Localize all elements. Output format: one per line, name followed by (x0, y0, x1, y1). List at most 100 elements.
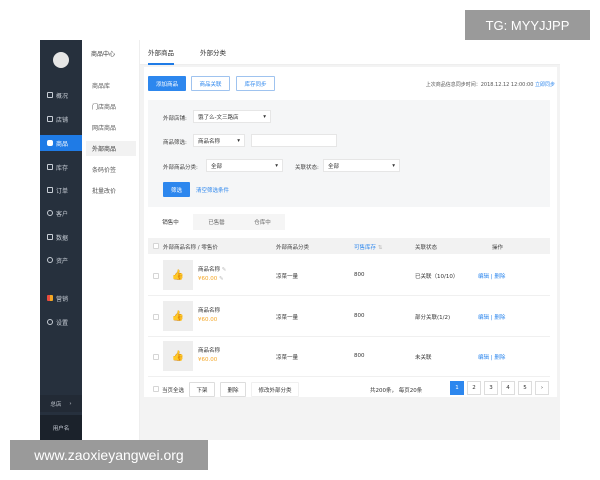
select-all-label[interactable]: 当页全选 (162, 386, 184, 394)
store-icon (47, 116, 53, 122)
goods-filter-label: 商品筛选: (163, 140, 187, 146)
tab-in-warehouse[interactable]: 仓库中 (240, 214, 285, 230)
store-name: 总店 (50, 401, 62, 408)
col-stock[interactable]: 可售库存 ⇅ (354, 243, 382, 251)
sidebar-item-marketing[interactable]: 营销 (40, 290, 82, 306)
order-icon (47, 187, 53, 193)
edit-link[interactable]: 编辑 (478, 315, 489, 321)
store-label: 外部店铺: (163, 116, 187, 122)
col-category: 外部商品分类 (276, 245, 310, 251)
goods-search-input[interactable] (251, 134, 337, 147)
sidebar-item-label: 库存 (56, 164, 69, 172)
subnav-item[interactable]: 商品库 (86, 78, 136, 93)
sidebar-item-store[interactable]: 店铺 (40, 111, 82, 127)
username: 用户名 (52, 425, 70, 432)
add-goods-button[interactable]: 添加商品 (148, 76, 186, 91)
col-name: 外部商品名称 / 零售价 (163, 245, 218, 251)
sync-now-link[interactable]: 立即同步 (535, 82, 555, 88)
goods-price-text: ¥60.00 (198, 276, 218, 282)
table-header: 外部商品名称 / 零售价 外部商品分类 可售库存 ⇅ 关联状态 操作 (148, 238, 550, 254)
sidebar-item-goods[interactable]: 商品 (40, 135, 82, 151)
tab-sold-out[interactable]: 已售罄 (194, 214, 239, 230)
row-checkbox[interactable] (153, 354, 159, 360)
off-shelf-button[interactable]: 下架 (189, 382, 215, 397)
store-select[interactable]: 饿了么-文三路店 ▾ (193, 110, 271, 123)
select-all-checkbox[interactable] (153, 386, 159, 392)
row-checkbox[interactable] (153, 273, 159, 279)
page-1[interactable]: 1 (450, 381, 464, 395)
sidebar-item-label: 商品 (56, 140, 69, 148)
pagination-info: 共200条， 每页20条 (370, 386, 422, 394)
filter-button[interactable]: 筛选 (163, 182, 190, 197)
edit-link[interactable]: 编辑 (478, 274, 489, 280)
goods-filter-select[interactable]: 商品名称 ▾ (193, 134, 245, 147)
col-status: 关联状态 (415, 245, 438, 251)
sidebar-item-label: 资产 (56, 257, 69, 265)
status-tabs: 销售中 已售罄 仓库中 (148, 214, 285, 230)
col-actions: 操作 (492, 245, 504, 251)
category-label: 外部商品分类: (163, 165, 198, 171)
change-category-button[interactable]: 修改外部分类 (251, 382, 299, 397)
subnav-item[interactable]: 网店商品 (86, 120, 136, 135)
sort-icon: ⇅ (377, 245, 383, 251)
sidebar-item-customers[interactable]: 客户 (40, 205, 82, 221)
page-5[interactable]: 5 (518, 381, 532, 395)
subnav-item-active[interactable]: 外部商品 (86, 141, 136, 156)
dashboard-icon (47, 92, 53, 98)
edit-icon[interactable]: ✎ (219, 276, 224, 282)
caret-down-icon: ▾ (237, 137, 240, 144)
goods-stock: 800 (354, 353, 365, 359)
clear-filter-link[interactable]: 清空筛选条件 (196, 186, 229, 194)
row-checkbox[interactable] (153, 314, 159, 320)
page-4[interactable]: 4 (501, 381, 515, 395)
goods-category: 凉菜一量 (276, 274, 299, 280)
total-count: 共200条， (370, 388, 397, 394)
sidebar-item-label: 客户 (56, 210, 69, 218)
category-select[interactable]: 全部 ▾ (206, 159, 283, 172)
delete-link[interactable]: 删除 (494, 315, 505, 321)
goods-name: 商品名称 (198, 308, 221, 314)
edit-icon[interactable]: ✎ (222, 267, 227, 273)
header-checkbox[interactable] (153, 243, 159, 249)
delete-link[interactable]: 删除 (494, 274, 505, 280)
inventory-icon (47, 164, 53, 170)
subnav-item[interactable]: 条码价签 (86, 162, 136, 177)
link-goods-button[interactable]: 商品关联 (191, 76, 230, 91)
sidebar-item-data[interactable]: 数据 (40, 229, 82, 245)
caret-down-icon: ▾ (275, 162, 278, 169)
tab-external-goods[interactable]: 外部商品 (148, 47, 174, 65)
avatar[interactable] (53, 52, 69, 68)
edit-link[interactable]: 编辑 (478, 355, 489, 361)
sync-time-label: 上次商品信息同步时间：2018.12.12 12:00:00 (425, 82, 534, 88)
sidebar-item-inventory[interactable]: 库存 (40, 159, 82, 175)
sidebar-item-settings[interactable]: 设置 (40, 314, 82, 330)
asset-icon (47, 257, 53, 263)
goods-name: 商品名称 (198, 348, 221, 354)
user-icon (47, 210, 53, 216)
page-3[interactable]: 3 (484, 381, 498, 395)
stock-sync-button[interactable]: 库存同步 (236, 76, 275, 91)
sidebar-item-orders[interactable]: 订单 (40, 182, 82, 198)
delete-link[interactable]: 删除 (494, 355, 505, 361)
goods-name: 商品名称 ✎ (198, 265, 226, 273)
thumbnail-placeholder-icon: 👍 (163, 301, 193, 331)
sidebar-item-overview[interactable]: 概况 (40, 87, 82, 103)
page-2[interactable]: 2 (467, 381, 481, 395)
link-status: 未关联 (415, 355, 432, 361)
sidebar-item-label: 订单 (56, 187, 69, 195)
sidebar-item-assets[interactable]: 资产 (40, 252, 82, 268)
user-menu[interactable]: 用户名 (40, 415, 82, 440)
sync-time: 上次商品信息同步时间：2018.12.12 12:00:00 立即同步 (426, 81, 555, 88)
status-value: 全部 (328, 163, 340, 170)
goods-stock: 800 (354, 313, 365, 319)
bulk-delete-button[interactable]: 删除 (220, 382, 246, 397)
status-select[interactable]: 全部 ▾ (323, 159, 400, 172)
watermark-bottom: www.zaoxieyangwei.org (10, 440, 208, 470)
subnav-item[interactable]: 批量改价 (86, 183, 136, 198)
subnav-item[interactable]: 门店商品 (86, 99, 136, 114)
next-page-icon[interactable]: › (535, 381, 549, 395)
tab-on-sale[interactable]: 销售中 (148, 214, 193, 230)
tab-external-category[interactable]: 外部分类 (200, 47, 226, 63)
store-switcher[interactable]: 总店 › (40, 395, 82, 412)
sidebar-item-label: 概况 (56, 92, 69, 100)
